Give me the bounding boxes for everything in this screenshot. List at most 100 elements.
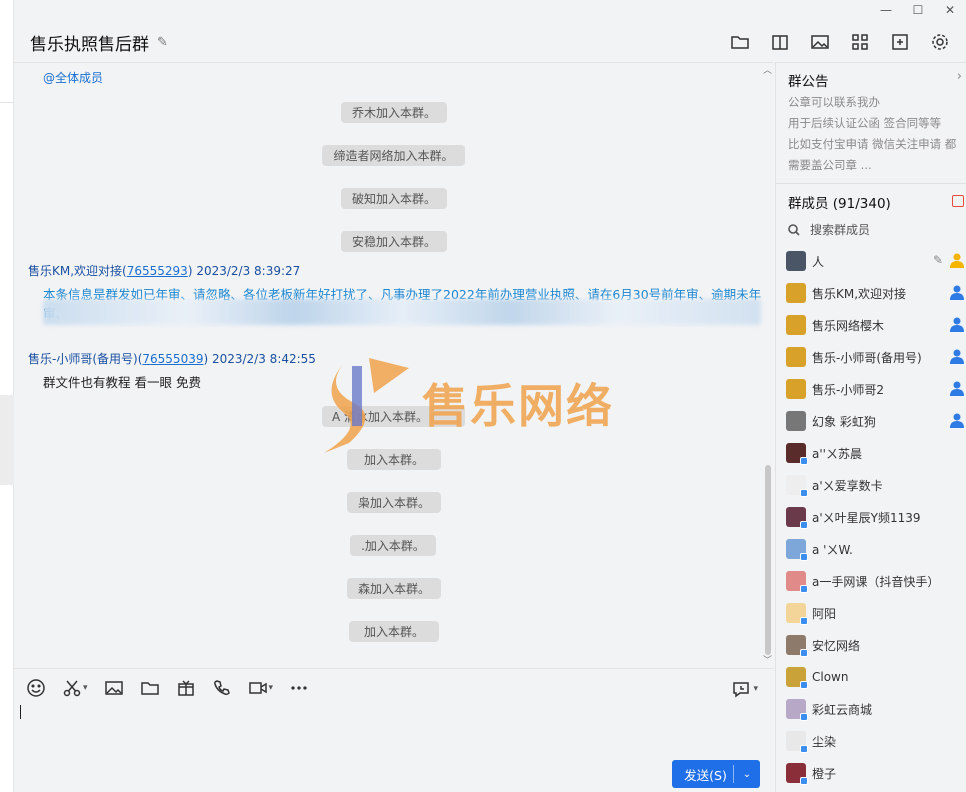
sender-name[interactable]: 售乐KM,欢迎对接 <box>28 264 122 278</box>
system-message: 森加入本群。 <box>347 578 441 599</box>
member-row[interactable]: a 'ㄨW. <box>786 537 966 561</box>
emoji-icon[interactable] <box>26 677 46 699</box>
system-message: 加入本群。 <box>347 449 441 470</box>
scroll-up-icon[interactable]: ︿ <box>763 63 772 76</box>
member-name: a'ㄨ叶星辰Y频1139 <box>812 510 921 525</box>
screenshot-icon[interactable]: ▾ <box>62 677 88 699</box>
book-icon[interactable] <box>760 30 800 54</box>
scroll-down-icon[interactable]: ﹀ <box>763 653 772 666</box>
text-cursor[interactable] <box>20 705 21 719</box>
image-icon[interactable] <box>800 30 840 54</box>
member-search[interactable]: 搜索群成员 <box>788 221 870 238</box>
member-name: 橙子 <box>812 766 837 781</box>
notice-title[interactable]: 群公告 <box>788 70 829 90</box>
members-icon[interactable] <box>952 195 964 207</box>
online-status-icon <box>800 713 808 721</box>
member-name: a'ㄨ爱享数卡 <box>812 478 883 493</box>
member-row[interactable]: 幻象 彩虹狗 <box>786 409 966 433</box>
admin-icon <box>949 348 965 364</box>
sender-qq[interactable]: 76555039 <box>142 352 203 366</box>
member-row[interactable]: a'ㄨ爱享数卡 <box>786 473 966 497</box>
avatar[interactable] <box>786 539 808 561</box>
phone-icon[interactable] <box>212 677 232 699</box>
chevron-down-icon[interactable]: ⌄ <box>734 769 760 780</box>
avatar[interactable] <box>786 731 808 753</box>
avatar[interactable] <box>786 411 806 431</box>
chat-history-button[interactable]: ▾ <box>731 679 758 699</box>
avatar[interactable] <box>786 443 808 465</box>
avatar[interactable] <box>786 283 806 303</box>
member-row[interactable]: a'ㄨ叶星辰Y频1139 <box>786 505 966 529</box>
scrollbar-thumb[interactable] <box>765 465 771 655</box>
avatar[interactable] <box>786 635 808 657</box>
chevron-right-icon[interactable]: › <box>957 69 962 84</box>
online-status-icon <box>800 521 808 529</box>
member-row[interactable]: Clown <box>786 665 966 689</box>
edit-icon[interactable]: ✎ <box>933 253 943 267</box>
online-status-icon <box>800 617 808 625</box>
owner-icon <box>949 252 965 268</box>
minimize-button[interactable]: — <box>870 0 902 20</box>
avatar[interactable] <box>786 315 806 335</box>
member-name: 阿阳 <box>812 606 837 621</box>
member-row[interactable]: 橙子 <box>786 761 966 785</box>
member-row[interactable]: 彩虹云商城 <box>786 697 966 721</box>
member-row[interactable]: 人 ✎ <box>786 249 966 273</box>
avatar[interactable] <box>786 475 808 497</box>
left-panel-selection <box>0 395 14 485</box>
red-packet-icon[interactable] <box>176 677 196 699</box>
member-row[interactable]: 尘染 <box>786 729 966 753</box>
member-row[interactable]: a''ㄨ苏晨 <box>786 441 966 465</box>
online-status-icon <box>800 777 808 785</box>
member-row[interactable]: 售乐KM,欢迎对接 <box>786 281 966 305</box>
message-time: 2023/2/3 8:39:27 <box>196 264 301 278</box>
send-button[interactable]: 发送(S) ⌄ <box>672 760 760 788</box>
maximize-button[interactable]: ☐ <box>902 0 934 20</box>
system-message: .加入本群。 <box>350 535 436 556</box>
avatar[interactable] <box>786 699 808 721</box>
close-button[interactable]: ✕ <box>934 0 966 20</box>
more-icon[interactable] <box>289 677 309 699</box>
avatar[interactable] <box>786 603 808 625</box>
online-status-icon <box>800 457 808 465</box>
avatar[interactable] <box>786 571 808 593</box>
avatar[interactable] <box>786 347 806 367</box>
avatar[interactable] <box>786 507 808 529</box>
sender-name[interactable]: 售乐-小师哥(备用号) <box>28 352 138 366</box>
avatar[interactable] <box>786 763 808 785</box>
video-call-icon[interactable]: ▾ <box>248 677 274 699</box>
file-icon[interactable] <box>140 677 160 699</box>
avatar[interactable] <box>786 667 808 689</box>
members-title: 群成员 (91/340) <box>788 196 891 212</box>
member-row[interactable]: 售乐-小师哥2 <box>786 377 966 401</box>
member-row[interactable]: 阿阳 <box>786 601 966 625</box>
group-title: 售乐执照售后群 <box>30 34 149 55</box>
message-text: 群文件也有教程 看一眼 免费 <box>43 375 201 390</box>
message-list[interactable]: @全体成员 乔木加入本群。 缔造者网络加入本群。 破知加入本群。 安稳加入本群。… <box>14 62 774 668</box>
member-row[interactable]: 售乐网络樱木 <box>786 313 966 337</box>
chevron-down-icon[interactable]: ▾ <box>269 683 274 693</box>
apps-icon[interactable] <box>840 30 880 54</box>
edit-icon[interactable]: ✎ <box>157 35 168 50</box>
search-icon <box>788 223 800 236</box>
member-name: 安忆网络 <box>812 638 861 653</box>
at-all-mention[interactable]: @全体成员 <box>43 69 103 86</box>
chevron-down-icon[interactable]: ▾ <box>83 683 88 693</box>
member-row[interactable]: a一手网课（抖音快手） <box>786 569 966 593</box>
chevron-down-icon[interactable]: ▾ <box>753 684 758 694</box>
send-label[interactable]: 发送(S) <box>672 765 733 784</box>
member-search-placeholder[interactable]: 搜索群成员 <box>810 221 870 238</box>
admin-icon <box>949 284 965 300</box>
member-row[interactable]: 安忆网络 <box>786 633 966 657</box>
sender-qq[interactable]: 76555293 <box>127 264 188 278</box>
blurred-text <box>43 299 761 325</box>
settings-icon[interactable] <box>920 30 960 54</box>
member-row[interactable]: 售乐-小师哥(备用号) <box>786 345 966 369</box>
notice-line: 公章可以联系我办 <box>788 95 880 109</box>
avatar[interactable] <box>786 379 806 399</box>
add-icon[interactable] <box>880 30 920 54</box>
folder-icon[interactable] <box>720 30 760 54</box>
image-icon[interactable] <box>104 677 124 699</box>
avatar[interactable] <box>786 251 806 271</box>
online-status-icon <box>800 489 808 497</box>
